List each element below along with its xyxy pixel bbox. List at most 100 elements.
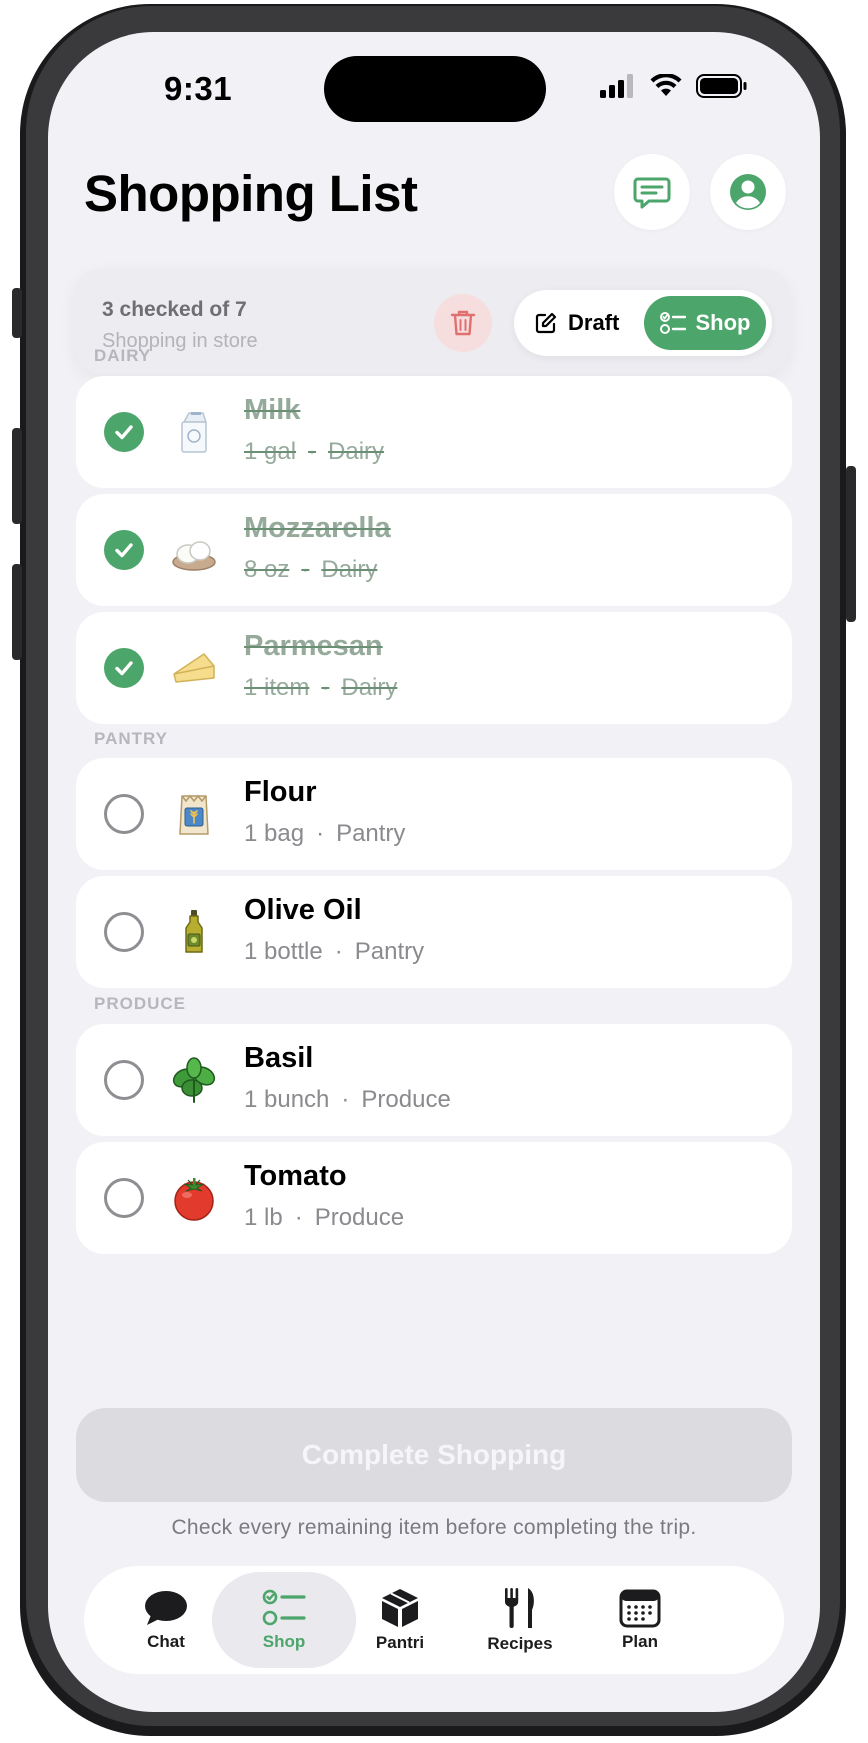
- meta-separator: ·: [321, 674, 330, 701]
- list-item[interactable]: Tomato 1 lb · Produce: [76, 1142, 792, 1254]
- item-checkbox[interactable]: [104, 1060, 144, 1100]
- cheese-icon: [173, 653, 215, 683]
- flour-bag-icon: [179, 794, 209, 835]
- shop-mode-label: Shop: [695, 310, 751, 335]
- chat-button[interactable]: [614, 154, 690, 230]
- clear-checked-button[interactable]: [434, 294, 492, 352]
- item-category: Produce: [314, 1204, 405, 1231]
- complete-shopping-button[interactable]: Complete Shopping: [76, 1408, 792, 1502]
- item-checkbox[interactable]: [104, 530, 144, 570]
- section-label-dairy: DAIRY: [94, 346, 152, 365]
- person-icon: [730, 174, 766, 210]
- message-icon: [633, 177, 671, 209]
- checklist-icon: [659, 312, 686, 334]
- item-details: 1 lb · Produce: [244, 1204, 404, 1232]
- item-checkbox[interactable]: [104, 794, 144, 834]
- mode-segmented-control: Draft Shop: [514, 290, 772, 356]
- profile-button[interactable]: [710, 154, 786, 230]
- volume-up-button: [12, 428, 22, 524]
- item-name: Parmesan: [244, 630, 383, 662]
- tomato-icon: [174, 1178, 214, 1221]
- list-item[interactable]: Milk 1 gal · Dairy: [76, 376, 792, 488]
- item-quantity: 1 lb: [244, 1204, 283, 1231]
- volume-down-button: [12, 564, 22, 660]
- item-quantity: 1 gal: [244, 438, 297, 465]
- draft-mode-label: Draft: [568, 310, 620, 335]
- checked-count: 3 checked of 7: [102, 298, 247, 321]
- signal-icon: [600, 74, 633, 98]
- meta-separator: ·: [316, 820, 325, 847]
- item-name: Olive Oil: [244, 894, 362, 926]
- basil-icon: [172, 1057, 216, 1103]
- item-checkbox[interactable]: [104, 1178, 144, 1218]
- item-category: Dairy: [341, 674, 398, 701]
- calendar-icon: [619, 1589, 661, 1628]
- wifi-icon: [650, 74, 682, 96]
- tab-label-pantri: Pantri: [375, 1633, 425, 1652]
- item-quantity: 1 bottle: [244, 938, 323, 965]
- item-quantity: 1 item: [244, 674, 310, 701]
- item-details: 1 gal · Dairy: [244, 438, 384, 466]
- item-category: Dairy: [328, 438, 385, 465]
- item-details: 1 bag · Pantry: [244, 820, 405, 848]
- completion-hint: Check every remaining item before comple…: [171, 1516, 697, 1539]
- checkmark-icon: [115, 543, 133, 558]
- checklist-icon: [262, 1589, 306, 1626]
- dynamic-island: [324, 56, 546, 122]
- item-details: 1 bottle · Pantry: [244, 938, 424, 966]
- item-quantity: 8 oz: [244, 556, 290, 583]
- tab-label-plan: Plan: [622, 1632, 658, 1651]
- item-name: Milk: [244, 394, 301, 426]
- meta-separator: ·: [301, 556, 310, 583]
- status-icons: [600, 74, 748, 98]
- item-checkbox[interactable]: [104, 912, 144, 952]
- box-icon: [382, 1589, 418, 1627]
- olive-oil-icon: [185, 910, 203, 953]
- item-quantity: 1 bag: [244, 820, 305, 847]
- list-item[interactable]: Parmesan 1 item · Dairy: [76, 612, 792, 724]
- item-name: Tomato: [244, 1160, 347, 1192]
- page-title: Shopping List: [84, 165, 418, 222]
- fork-knife-icon: [505, 1588, 534, 1628]
- tab-label-shop: Shop: [262, 1632, 306, 1651]
- tab-plan[interactable]: Plan: [568, 1572, 712, 1668]
- edit-icon: [535, 312, 557, 334]
- screen: 9:31 Shopping List 3 checked of 7 Shoppi…: [48, 32, 820, 1712]
- item-details: 1 item · Dairy: [244, 674, 397, 702]
- item-name: Basil: [244, 1042, 314, 1074]
- status-bar: 9:31: [48, 32, 820, 142]
- meta-separator: ·: [334, 938, 343, 965]
- item-category: Dairy: [321, 556, 378, 583]
- chat-bubble-icon: [145, 1591, 187, 1625]
- item-name: Mozzarella: [244, 512, 391, 544]
- tab-label-chat: Chat: [147, 1632, 185, 1651]
- tab-bar: Chat Shop Pantri Recipes Plan: [84, 1566, 784, 1674]
- meta-separator: ·: [308, 438, 317, 465]
- list-item[interactable]: Flour 1 bag · Pantry: [76, 758, 792, 870]
- milk-carton-icon: [181, 412, 208, 453]
- shopping-summary: 3 checked of 7 Shopping in store Draft S…: [74, 268, 790, 374]
- item-name: Flour: [244, 776, 317, 808]
- section-label-produce: PRODUCE: [94, 994, 187, 1013]
- item-category: Pantry: [354, 938, 425, 965]
- item-checkbox[interactable]: [104, 648, 144, 688]
- mozzarella-icon: [172, 541, 216, 571]
- draft-mode-button[interactable]: Draft: [534, 290, 619, 356]
- item-category: Pantry: [336, 820, 406, 847]
- shop-mode-button[interactable]: Shop: [644, 296, 766, 350]
- status-time: 9:31: [164, 70, 233, 107]
- meta-separator: ·: [341, 1086, 350, 1113]
- checkmark-icon: [115, 661, 133, 676]
- tab-label-recipes: Recipes: [487, 1634, 553, 1653]
- item-checkbox[interactable]: [104, 412, 144, 452]
- list-item[interactable]: Basil 1 bunch · Produce: [76, 1024, 792, 1136]
- list-item[interactable]: Olive Oil 1 bottle · Pantry: [76, 876, 792, 988]
- power-button: [846, 466, 856, 622]
- item-details: 8 oz · Dairy: [244, 556, 377, 584]
- action-button: [12, 288, 22, 338]
- meta-separator: ·: [294, 1204, 303, 1231]
- item-category: Produce: [361, 1086, 451, 1113]
- item-details: 1 bunch · Produce: [244, 1086, 451, 1114]
- checkmark-icon: [115, 425, 133, 440]
- list-item[interactable]: Mozzarella 8 oz · Dairy: [76, 494, 792, 606]
